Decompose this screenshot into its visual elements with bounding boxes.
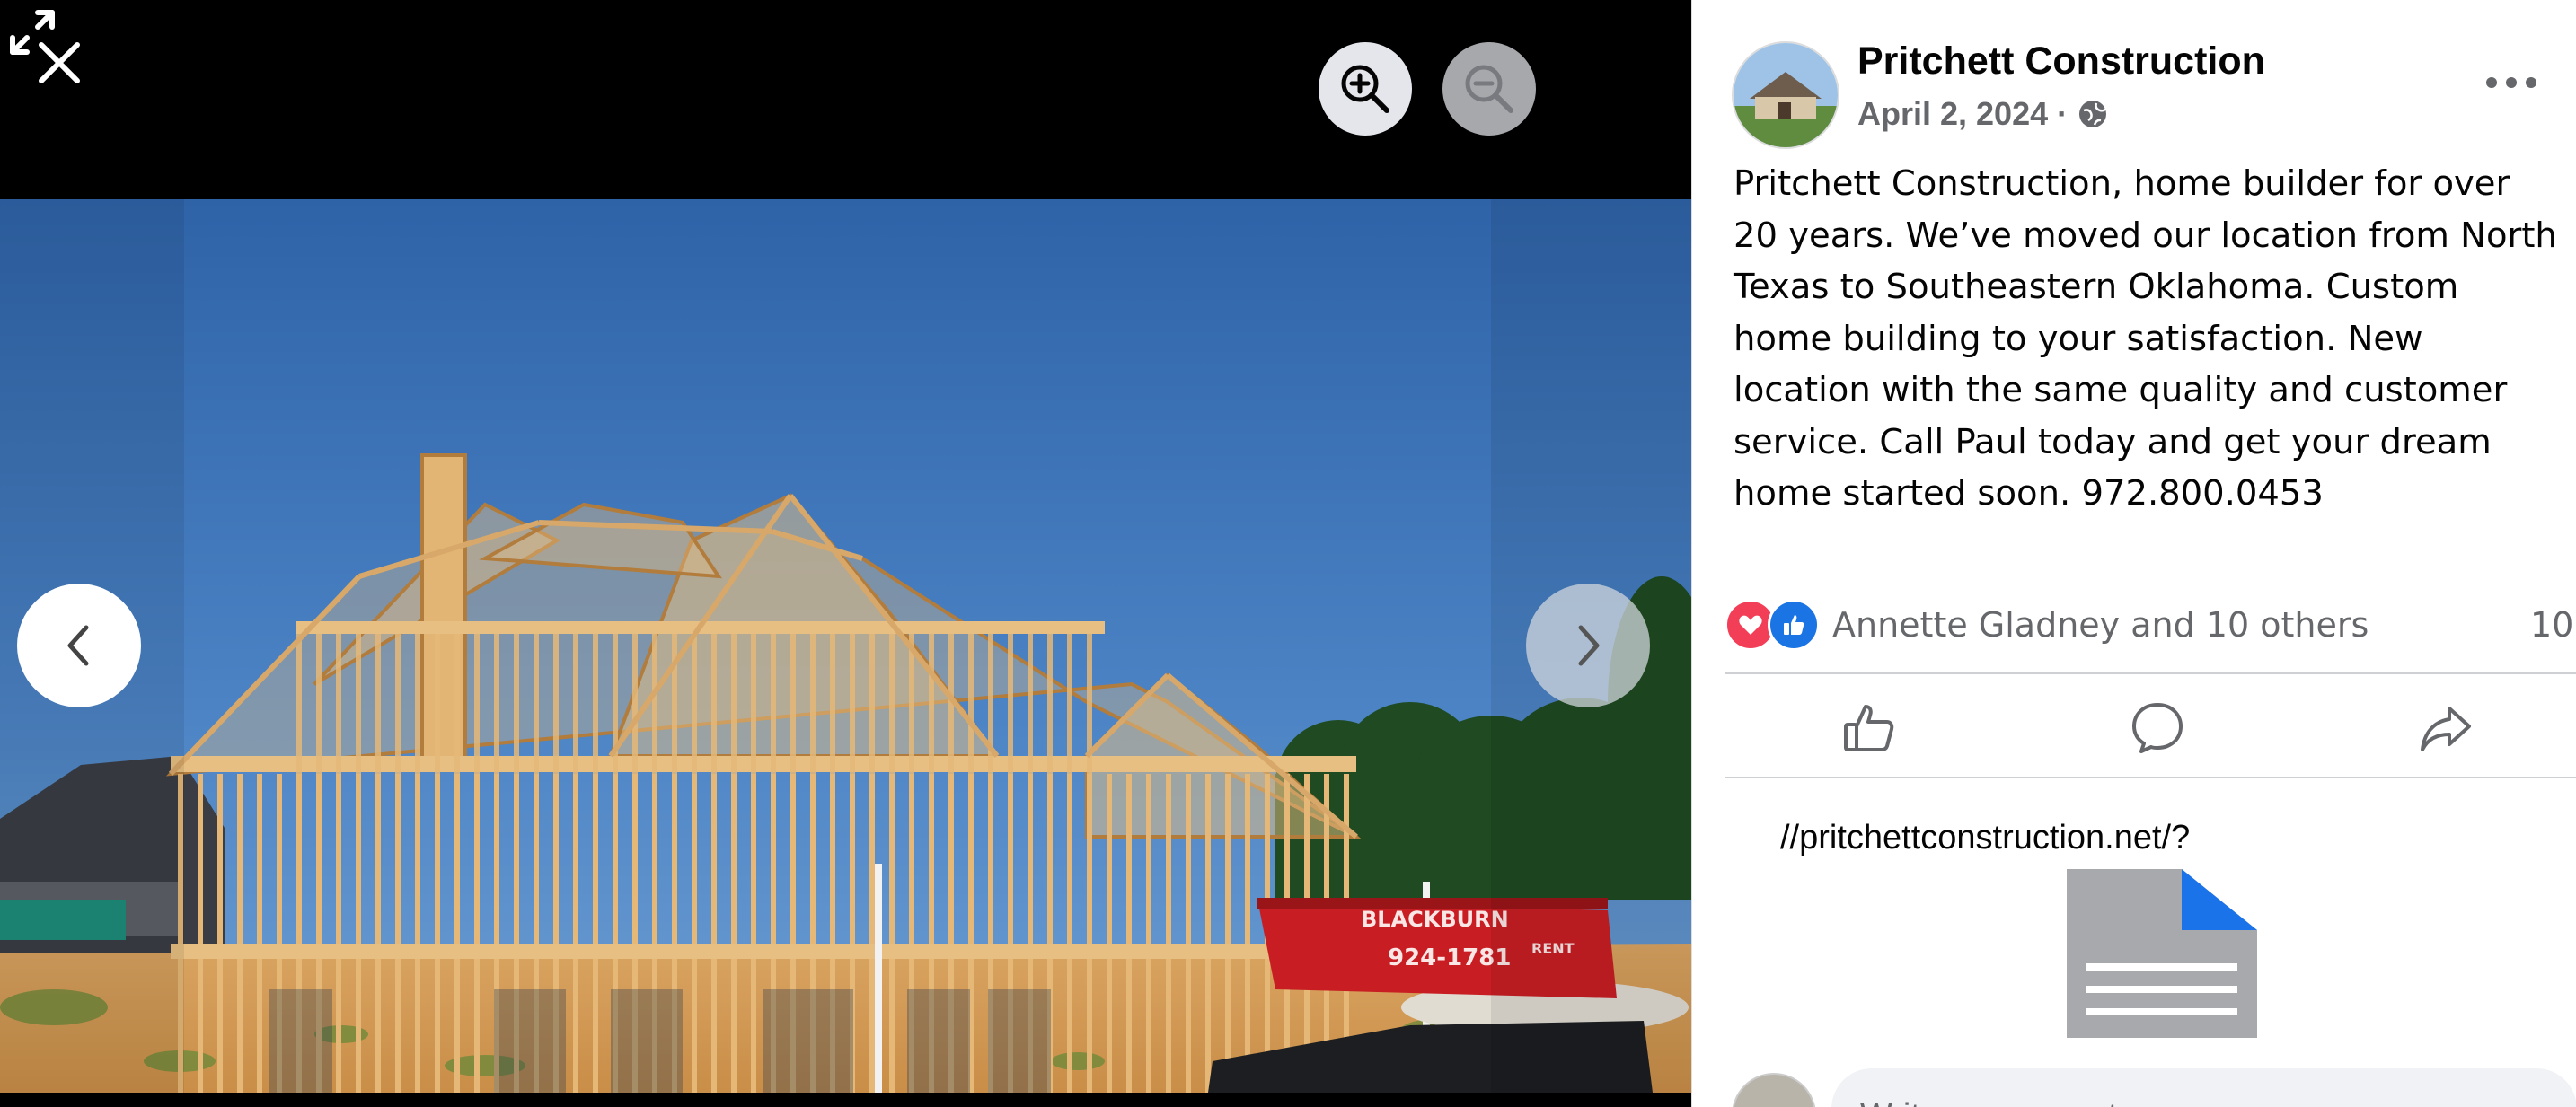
reaction-icons[interactable] <box>1725 599 1820 651</box>
comment-input[interactable]: Write a comment... <box>1831 1068 2576 1107</box>
author-name[interactable]: Pritchett Construction <box>1857 40 2265 83</box>
close-icon <box>39 42 80 83</box>
close-button[interactable] <box>27 31 92 95</box>
chevron-left-icon <box>67 625 89 666</box>
post-meta: April 2, 2024 · <box>1857 95 2109 133</box>
share-button[interactable] <box>2410 697 2482 760</box>
chevron-right-icon <box>1578 625 1600 666</box>
globe-icon <box>2079 101 2107 127</box>
reactions-bar: Annette Gladney and 10 others 10 <box>1725 597 2576 653</box>
link-preview-url[interactable]: //pritchettconstruction.net/? <box>1780 819 2190 857</box>
reactions-names[interactable]: Annette Gladney and 10 others <box>1832 605 2369 645</box>
like-button[interactable] <box>1833 697 1905 760</box>
divider <box>1725 777 2576 778</box>
post-text: Pritchett Construction, home builder for… <box>1734 163 2557 514</box>
zoom-in-button[interactable] <box>1319 42 1412 136</box>
zoom-out-icon <box>1465 65 1513 113</box>
current-user-avatar <box>1732 1073 1816 1107</box>
comment-button[interactable] <box>2122 697 2193 760</box>
document-icon[interactable] <box>2067 869 2257 1038</box>
next-photo-button[interactable] <box>1526 584 1650 707</box>
thumbs-up-icon <box>1844 705 1894 751</box>
comment-placeholder: Write a comment... <box>1860 1097 2146 1107</box>
author-avatar[interactable] <box>1732 41 1839 149</box>
more-horizontal-icon <box>2486 77 2536 88</box>
post-photo: BLACKBURN 924-1781 RENT <box>0 199 1691 1093</box>
zoom-in-icon <box>1341 65 1389 113</box>
previous-photo-button[interactable] <box>17 584 141 707</box>
photo-viewer: BLACKBURN 924-1781 RENT <box>0 0 1691 1107</box>
share-icon <box>2421 707 2471 751</box>
comment-count[interactable]: 10 <box>2530 605 2573 645</box>
dumpster-brand-text: BLACKBURN <box>1361 907 1509 932</box>
post-date[interactable]: April 2, 2024 · <box>1857 95 2068 133</box>
comment-icon <box>2132 703 2183 753</box>
divider <box>1725 672 2576 674</box>
like-icon <box>1768 599 1820 651</box>
more-options-button[interactable] <box>2483 72 2540 93</box>
zoom-out-button[interactable] <box>1442 42 1536 136</box>
post-panel: Pritchett Construction April 2, 2024 · P… <box>1691 0 2576 1107</box>
